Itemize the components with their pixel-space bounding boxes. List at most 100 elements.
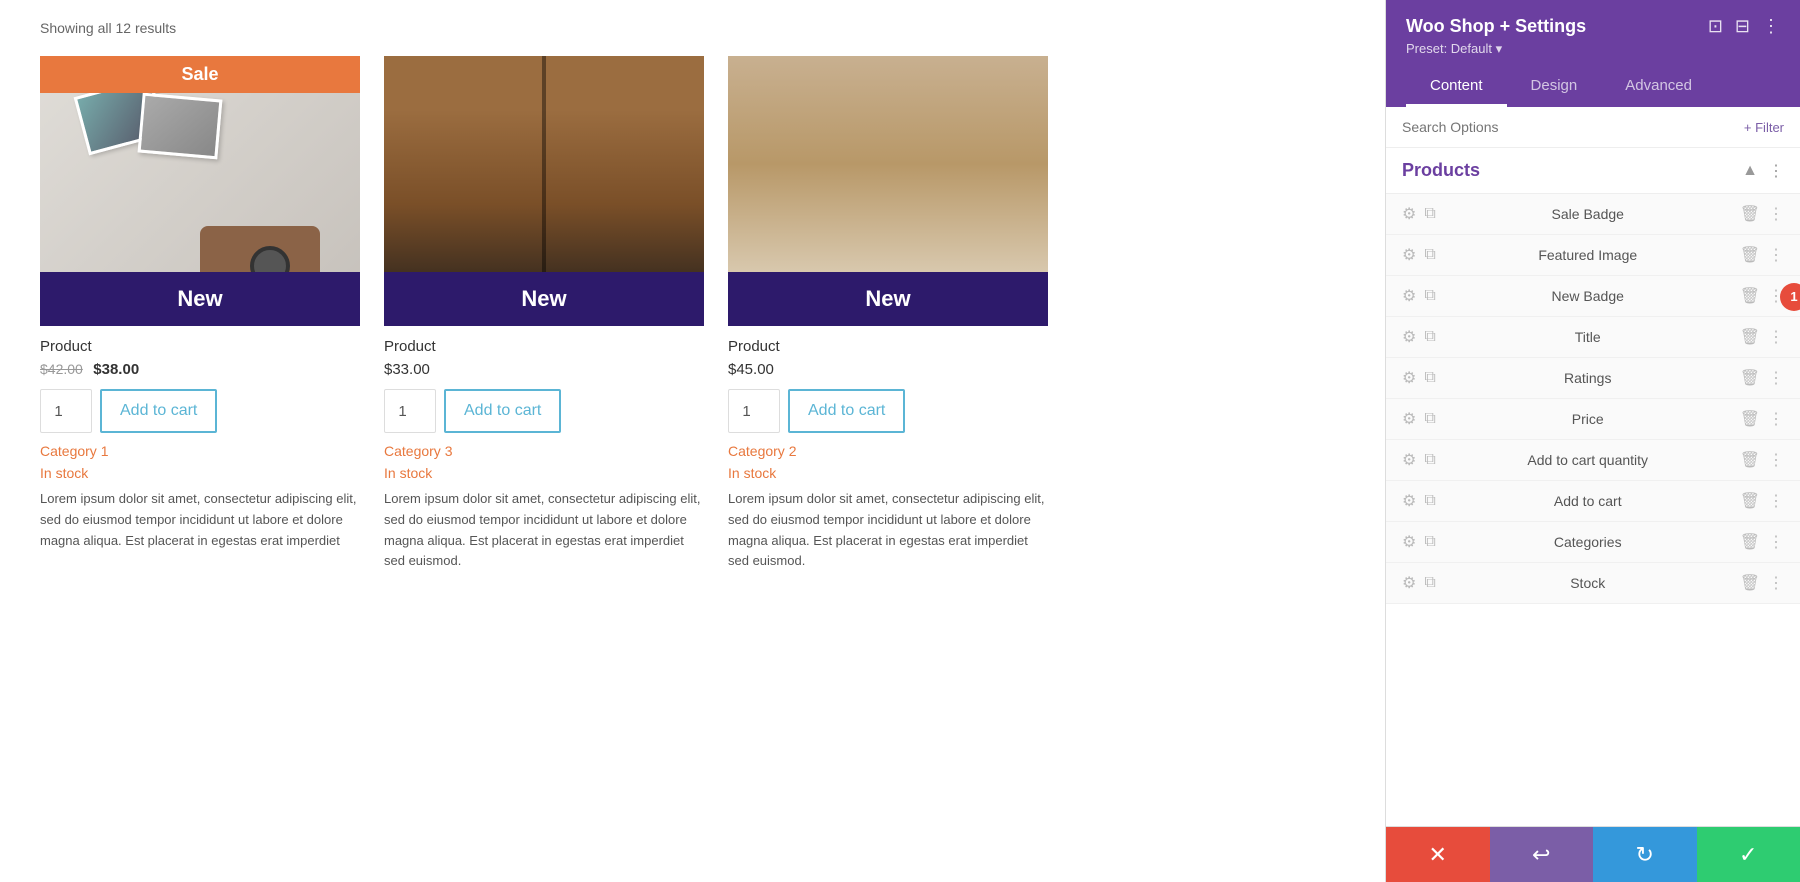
module-name-featured-image: Featured Image [1446, 247, 1730, 263]
module-row-featured-image: ⚙ ⧉ Featured Image 🗑 ⋮ [1386, 235, 1800, 276]
settings-icon-cats[interactable]: ⚙ [1402, 532, 1416, 552]
delete-icon-new[interactable]: 🗑 [1740, 286, 1760, 306]
settings-icon-ratings[interactable]: ⚙ [1402, 368, 1416, 388]
product-info-2: Product $33.00 Add to cart Category 3 In… [384, 326, 704, 584]
module-icons-left-atcq: ⚙ ⧉ [1402, 450, 1436, 470]
qty-input-2[interactable] [384, 389, 436, 433]
more-icon-cats[interactable]: ⋮ [1768, 532, 1784, 552]
copy-icon-atcq[interactable]: ⧉ [1424, 451, 1435, 469]
filter-button[interactable]: + Filter [1744, 120, 1784, 135]
module-icons-left-stock: ⚙ ⧉ [1402, 573, 1436, 593]
panel-header: Woo Shop + Settings ⊡ ⊟ ⋮ Preset: Defaul… [1386, 0, 1800, 107]
delete-icon-atc[interactable]: 🗑 [1740, 491, 1760, 511]
preset-label[interactable]: Preset: Default ▾ [1406, 41, 1502, 56]
category-link-2[interactable]: Category 3 [384, 443, 704, 459]
more-icon-featured[interactable]: ⋮ [1768, 245, 1784, 265]
settings-icon-stock[interactable]: ⚙ [1402, 573, 1416, 593]
module-row-add-to-cart: ⚙ ⧉ Add to cart 🗑 ⋮ [1386, 481, 1800, 522]
more-icon-ratings[interactable]: ⋮ [1768, 368, 1784, 388]
settings-icon-title[interactable]: ⚙ [1402, 327, 1416, 347]
delete-icon-ratings[interactable]: 🗑 [1740, 368, 1760, 388]
settings-icon-sale[interactable]: ⚙ [1402, 204, 1416, 224]
preset-row: Preset: Default ▾ [1406, 41, 1780, 57]
tab-advanced[interactable]: Advanced [1601, 67, 1716, 107]
module-icons-left-atc: ⚙ ⧉ [1402, 491, 1436, 511]
more-icon-atcq[interactable]: ⋮ [1768, 450, 1784, 470]
module-row-stock: ⚙ ⧉ Stock 🗑 ⋮ [1386, 563, 1800, 604]
module-name-categories: Categories [1446, 534, 1730, 550]
copy-icon-title[interactable]: ⧉ [1424, 328, 1435, 346]
copy-icon-featured[interactable]: ⧉ [1424, 246, 1435, 264]
module-name-stock: Stock [1446, 575, 1730, 591]
more-icon-sale[interactable]: ⋮ [1768, 204, 1784, 224]
copy-icon-sale[interactable]: ⧉ [1424, 205, 1435, 223]
module-name-ratings: Ratings [1446, 370, 1730, 386]
products-grid: Sale New Product $42.00 $38.00 Add to ca… [40, 56, 1345, 584]
add-to-cart-btn-1[interactable]: Add to cart [100, 389, 217, 433]
in-stock-2: In stock [384, 465, 704, 481]
products-section: Products ▲ ⋮ ⚙ ⧉ Sale Badge 🗑 ⋮ ⚙ ⧉ [1386, 148, 1800, 826]
product-card-1: Sale New Product $42.00 $38.00 Add to ca… [40, 56, 360, 584]
module-row-wrapper-featured: ⚙ ⧉ Featured Image 🗑 ⋮ [1386, 235, 1800, 276]
cancel-button[interactable]: ✕ [1386, 827, 1490, 882]
add-to-cart-row-2: Add to cart [384, 389, 704, 433]
undo-button[interactable]: ↩ [1490, 827, 1594, 882]
tab-design[interactable]: Design [1507, 67, 1602, 107]
module-icons-left-ratings: ⚙ ⧉ [1402, 368, 1436, 388]
delete-icon-stock[interactable]: 🗑 [1740, 573, 1760, 593]
copy-icon-stock[interactable]: ⧉ [1424, 574, 1435, 592]
module-icons-left: ⚙ ⧉ [1402, 204, 1436, 224]
copy-icon-new[interactable]: ⧉ [1424, 287, 1435, 305]
delete-icon-cats[interactable]: 🗑 [1740, 532, 1760, 552]
copy-icon-cats[interactable]: ⧉ [1424, 533, 1435, 551]
columns-icon[interactable]: ⊟ [1735, 16, 1750, 37]
add-to-cart-btn-2[interactable]: Add to cart [444, 389, 561, 433]
product-desc-1: Lorem ipsum dolor sit amet, consectetur … [40, 489, 360, 551]
more-icon-title[interactable]: ⋮ [1768, 327, 1784, 347]
settings-icon-new[interactable]: ⚙ [1402, 286, 1416, 306]
save-button[interactable]: ✓ [1697, 827, 1800, 882]
products-section-title: Products [1402, 160, 1480, 181]
product-price-1: $42.00 $38.00 [40, 361, 360, 379]
sale-badge: Sale [40, 56, 360, 93]
delete-icon-price[interactable]: 🗑 [1740, 409, 1760, 429]
price-regular-2: $33.00 [384, 361, 430, 378]
collapse-icon[interactable]: ▲ [1742, 162, 1758, 180]
copy-icon-ratings[interactable]: ⧉ [1424, 369, 1435, 387]
delete-icon-title[interactable]: 🗑 [1740, 327, 1760, 347]
main-content: Showing all 12 results Sale New Product [0, 0, 1385, 882]
module-icons-left-featured: ⚙ ⧉ [1402, 245, 1436, 265]
search-options-input[interactable] [1402, 119, 1736, 135]
search-filter-row: + Filter [1386, 107, 1800, 148]
more-icon-stock[interactable]: ⋮ [1768, 573, 1784, 593]
module-icons-right-atcq: 🗑 ⋮ [1740, 450, 1784, 470]
more-icon-atc[interactable]: ⋮ [1768, 491, 1784, 511]
delete-icon-atcq[interactable]: 🗑 [1740, 450, 1760, 470]
add-to-cart-btn-3[interactable]: Add to cart [788, 389, 905, 433]
tab-content[interactable]: Content [1406, 67, 1507, 107]
settings-icon-atcq[interactable]: ⚙ [1402, 450, 1416, 470]
section-more-icon[interactable]: ⋮ [1768, 161, 1784, 181]
panel-tabs: Content Design Advanced [1406, 67, 1780, 107]
category-link-1[interactable]: Category 1 [40, 443, 360, 459]
settings-icon-price[interactable]: ⚙ [1402, 409, 1416, 429]
module-row-sale-badge: ⚙ ⧉ Sale Badge 🗑 ⋮ [1386, 194, 1800, 235]
product-image-2: New [384, 56, 704, 326]
module-icons-right-cats: 🗑 ⋮ [1740, 532, 1784, 552]
qty-input-3[interactable] [728, 389, 780, 433]
module-icons-right-title: 🗑 ⋮ [1740, 327, 1784, 347]
in-stock-1: In stock [40, 465, 360, 481]
settings-icon-featured[interactable]: ⚙ [1402, 245, 1416, 265]
settings-icon-atc[interactable]: ⚙ [1402, 491, 1416, 511]
delete-icon-sale[interactable]: 🗑 [1740, 204, 1760, 224]
more-options-icon[interactable]: ⋮ [1762, 16, 1780, 37]
category-link-3[interactable]: Category 2 [728, 443, 1048, 459]
more-icon-price[interactable]: ⋮ [1768, 409, 1784, 429]
qty-input-1[interactable] [40, 389, 92, 433]
screenshot-icon[interactable]: ⊡ [1708, 16, 1723, 37]
product-image-3: New [728, 56, 1048, 326]
redo-button[interactable]: ↻ [1593, 827, 1697, 882]
delete-icon-featured[interactable]: 🗑 [1740, 245, 1760, 265]
copy-icon-price[interactable]: ⧉ [1424, 410, 1435, 428]
copy-icon-atc[interactable]: ⧉ [1424, 492, 1435, 510]
